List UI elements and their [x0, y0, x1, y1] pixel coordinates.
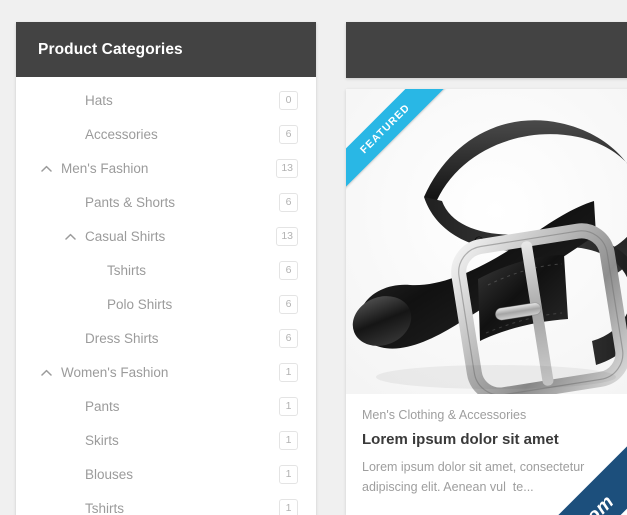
category-item[interactable]: Polo Shirts 6	[16, 287, 316, 321]
category-item[interactable]: Tshirts 6	[16, 253, 316, 287]
category-item-label: Men's Fashion	[61, 160, 149, 176]
right-panel-header	[346, 22, 627, 78]
category-count-badge: 13	[276, 158, 298, 178]
category-count-badge: 1	[279, 362, 298, 382]
chevron-up-icon[interactable]	[38, 364, 54, 380]
category-item-label: Blouses	[85, 466, 134, 482]
category-count-badge: 6	[279, 124, 298, 144]
page-root: Product Categories Hats 0 Accessories 6 Men'…	[0, 0, 627, 515]
category-item-label: Tshirts	[107, 262, 147, 278]
category-count-badge: 1	[279, 430, 298, 450]
category-item-label: Polo Shirts	[107, 296, 173, 312]
product-categories-panel: Product Categories Hats 0 Accessories 6 Men'…	[16, 22, 316, 515]
category-count-badge: 6	[279, 192, 298, 212]
category-item[interactable]: Skirts 1	[16, 423, 316, 457]
category-count-badge: 6	[279, 294, 298, 314]
right-column: FEATURED Men's Clothing & Accessories Lo…	[346, 22, 627, 515]
category-item-label: Casual Shirts	[85, 228, 166, 244]
product-categories-header: Product Categories	[16, 22, 316, 77]
category-item[interactable]: Men's Fashion 13	[16, 151, 316, 185]
category-item-label: Dress Shirts	[85, 330, 159, 346]
category-item-label: Pants & Shorts	[85, 194, 176, 210]
product-description: Lorem ipsum dolor sit amet, consectetur …	[362, 460, 585, 494]
product-title[interactable]: Lorem ipsum dolor sit amet	[362, 431, 627, 448]
category-count-badge: 1	[279, 498, 298, 515]
product-details: Men's Clothing & Accessories Lorem ipsum…	[346, 394, 627, 515]
category-item[interactable]: Pants & Shorts 6	[16, 185, 316, 219]
category-item-label: Pants	[85, 398, 120, 414]
category-item-label: Accessories	[85, 126, 158, 142]
chevron-up-icon[interactable]	[38, 160, 54, 176]
category-item-label: Tshirts	[85, 500, 125, 515]
chevron-up-icon[interactable]	[62, 228, 78, 244]
category-count-badge: 13	[276, 226, 298, 246]
category-item-label: Women's Fashion	[61, 364, 169, 380]
category-item-label: Hats	[85, 92, 113, 108]
category-count-badge: 1	[279, 464, 298, 484]
category-count-badge: 6	[279, 260, 298, 280]
category-item[interactable]: Hats 0	[16, 83, 316, 117]
category-item[interactable]: Blouses 1	[16, 457, 316, 491]
category-item[interactable]: Pants 1	[16, 389, 316, 423]
category-item-label: Skirts	[85, 432, 119, 448]
category-count-badge: 1	[279, 396, 298, 416]
category-item[interactable]: Casual Shirts 13	[16, 219, 316, 253]
category-item[interactable]: Accessories 6	[16, 117, 316, 151]
category-count-badge: 0	[279, 90, 298, 110]
page-title: Product Categories	[38, 40, 183, 58]
product-image: FEATURED	[346, 89, 627, 394]
category-item[interactable]: Tshirts 1	[16, 491, 316, 515]
category-item[interactable]: Women's Fashion 1	[16, 355, 316, 389]
category-item[interactable]: Dress Shirts 6	[16, 321, 316, 355]
category-list: Hats 0 Accessories 6 Men's Fashion 13 Pants & …	[16, 77, 316, 515]
category-count-badge: 6	[279, 328, 298, 348]
product-category[interactable]: Men's Clothing & Accessories	[362, 408, 627, 422]
product-card[interactable]: FEATURED Men's Clothing & Accessories Lo…	[346, 89, 627, 515]
